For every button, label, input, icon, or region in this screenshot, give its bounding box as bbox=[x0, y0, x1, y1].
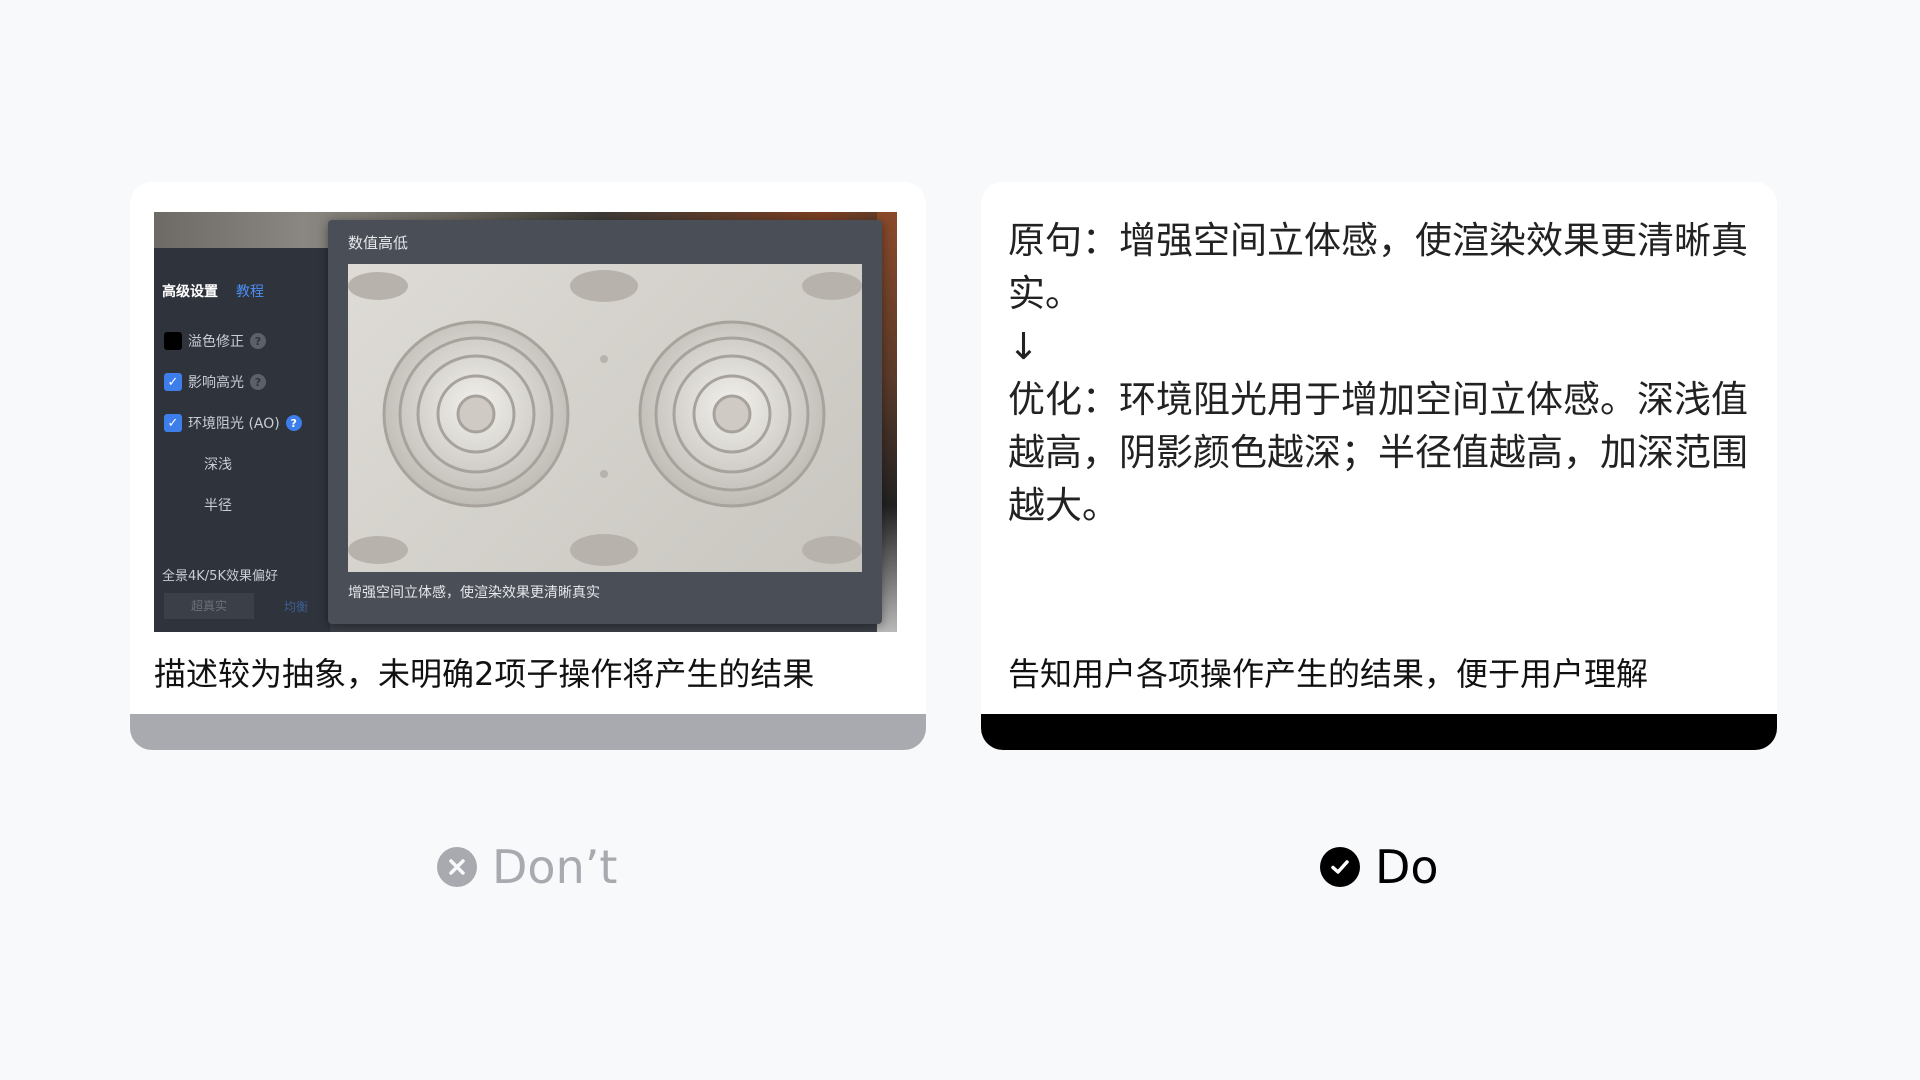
option-ambient-occlusion[interactable]: ✓ 环境阻光 (AO) ? bbox=[164, 413, 302, 433]
panel-title: 数值高低 bbox=[348, 234, 409, 252]
ceiling-medallion-preview bbox=[348, 264, 862, 572]
sidebar-title: 高级设置 bbox=[162, 284, 218, 300]
panel-caption: 增强空间立体感，使渲染效果更清晰真实 bbox=[348, 585, 600, 601]
option-color-correction[interactable]: 溢色修正 ? bbox=[164, 331, 266, 351]
dont-label: Don’t bbox=[437, 840, 617, 894]
do-caption: 告知用户各项操作产生的结果，便于用户理解 bbox=[1008, 655, 1649, 693]
depth-label: 深浅 bbox=[204, 457, 232, 473]
settings-sidebar: 高级设置 教程 溢色修正 ? ✓ 影响高光 ? ✓ 环境阻光 (AO) ? 深浅… bbox=[154, 248, 330, 632]
arrow-down-icon: ↓ bbox=[1008, 325, 1040, 368]
tooltip-panel: 数值高低 增强空间立体感，使渲染效果更清晰真实 bbox=[328, 220, 882, 624]
option-affect-highlight[interactable]: ✓ 影响高光 ? bbox=[164, 372, 266, 392]
check-circle-icon bbox=[1320, 847, 1360, 887]
do-label: Do bbox=[1320, 840, 1439, 894]
example-screenshot: 高级设置 教程 溢色修正 ? ✓ 影响高光 ? ✓ 环境阻光 (AO) ? 深浅… bbox=[154, 212, 897, 632]
x-circle-icon bbox=[437, 847, 477, 887]
original-sentence: 原句：增强空间立体感，使渲染效果更清晰真实。 bbox=[1008, 219, 1748, 315]
checkbox-checked[interactable]: ✓ bbox=[164, 373, 182, 391]
checkbox-checked[interactable]: ✓ bbox=[164, 414, 182, 432]
preference-label: 全景4K/5K效果偏好 bbox=[162, 569, 278, 584]
checkbox-unchecked[interactable] bbox=[164, 332, 182, 350]
optimized-sentence: 优化：环境阻光用于增加空间立体感。深浅值越高，阴影颜色越深；半径值越高，加深范围… bbox=[1008, 378, 1748, 527]
do-example-text: 原句：增强空间立体感，使渲染效果更清晰真实。 ↓ 优化：环境阻光用于增加空间立体… bbox=[1008, 214, 1748, 532]
dont-caption: 描述较为抽象，未明确2项子操作将产生的结果 bbox=[154, 655, 815, 693]
tutorial-link[interactable]: 教程 bbox=[236, 281, 264, 301]
balanced-button[interactable]: 均衡 bbox=[284, 598, 308, 615]
option-label: 溢色修正 bbox=[188, 334, 244, 350]
help-icon[interactable]: ? bbox=[285, 415, 302, 431]
ceiling-medallion-image bbox=[348, 270, 862, 566]
help-icon[interactable]: ? bbox=[250, 333, 266, 349]
do-bar bbox=[981, 714, 1777, 750]
do-label-text: Do bbox=[1375, 840, 1439, 894]
dont-label-text: Don’t bbox=[492, 840, 618, 894]
do-card: 原句：增强空间立体感，使渲染效果更清晰真实。 ↓ 优化：环境阻光用于增加空间立体… bbox=[981, 182, 1777, 750]
dont-card: 高级设置 教程 溢色修正 ? ✓ 影响高光 ? ✓ 环境阻光 (AO) ? 深浅… bbox=[130, 182, 926, 750]
dont-bar bbox=[130, 714, 926, 750]
radius-label: 半径 bbox=[204, 498, 232, 514]
option-label: 影响高光 bbox=[188, 375, 244, 391]
ultra-real-button[interactable]: 超真实 bbox=[164, 593, 254, 619]
help-icon[interactable]: ? bbox=[250, 374, 266, 390]
option-label: 环境阻光 (AO) bbox=[188, 416, 280, 432]
